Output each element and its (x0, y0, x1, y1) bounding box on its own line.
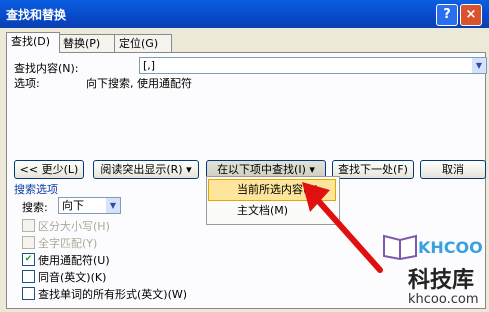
find-next-button[interactable]: 查找下一处(F) (332, 160, 414, 179)
find-value: [,] (143, 59, 156, 72)
search-direction-label: 搜索: (22, 201, 48, 214)
options-label: 选项: (14, 77, 40, 90)
checkbox-word-forms[interactable] (22, 287, 35, 300)
red-arrow-annotation (302, 182, 383, 273)
tab-replace[interactable]: 替换(P) (58, 34, 116, 52)
checkbox-match-case[interactable] (22, 219, 35, 232)
chevron-down-icon[interactable]: ▼ (106, 198, 120, 213)
checkbox-sounds-like[interactable] (22, 270, 35, 283)
search-options-title: 搜索选项 (14, 183, 58, 196)
watermark-name: 科技库 (408, 268, 475, 293)
book-logo-icon (383, 234, 417, 260)
search-direction-value: 向下 (62, 199, 84, 212)
cancel-button[interactable]: 取消 (420, 160, 486, 179)
options-value: 向下搜索, 使用通配符 (86, 77, 192, 90)
checkbox-label: 全字匹配(Y) (38, 237, 98, 250)
checkbox-label: 查找单词的所有形式(英文)(W) (38, 288, 188, 301)
checkbox-whole-word[interactable] (22, 236, 35, 249)
help-button[interactable]: ? (436, 4, 458, 26)
search-direction-select[interactable]: 向下 ▼ (58, 197, 121, 214)
watermark-logo: KHCOO (418, 238, 483, 257)
window-title: 查找和替换 (6, 8, 67, 22)
chevron-down-icon[interactable]: ▼ (472, 58, 486, 73)
find-input[interactable]: [,] ▼ (139, 57, 487, 74)
close-button[interactable]: × (460, 4, 482, 26)
checkbox-label: 区分大小写(H) (38, 220, 110, 233)
reading-highlight-button[interactable]: 阅读突出显示(R) ▾ (93, 160, 199, 179)
checkbox-label: 使用通配符(U) (38, 254, 110, 267)
tab-find[interactable]: 查找(D) (6, 32, 60, 53)
title-bar: 查找和替换 ? × (0, 0, 489, 28)
watermark: KHCOO 科技库 khcoo.com (380, 230, 489, 312)
tab-goto[interactable]: 定位(G) (114, 34, 172, 52)
checkbox-label: 同音(英文)(K) (38, 271, 107, 284)
less-button[interactable]: << 更少(L) (14, 160, 84, 179)
checkbox-wildcards[interactable]: ✔ (22, 253, 35, 266)
find-label: 查找内容(N): (14, 62, 79, 75)
watermark-url: khcoo.com (408, 292, 479, 307)
